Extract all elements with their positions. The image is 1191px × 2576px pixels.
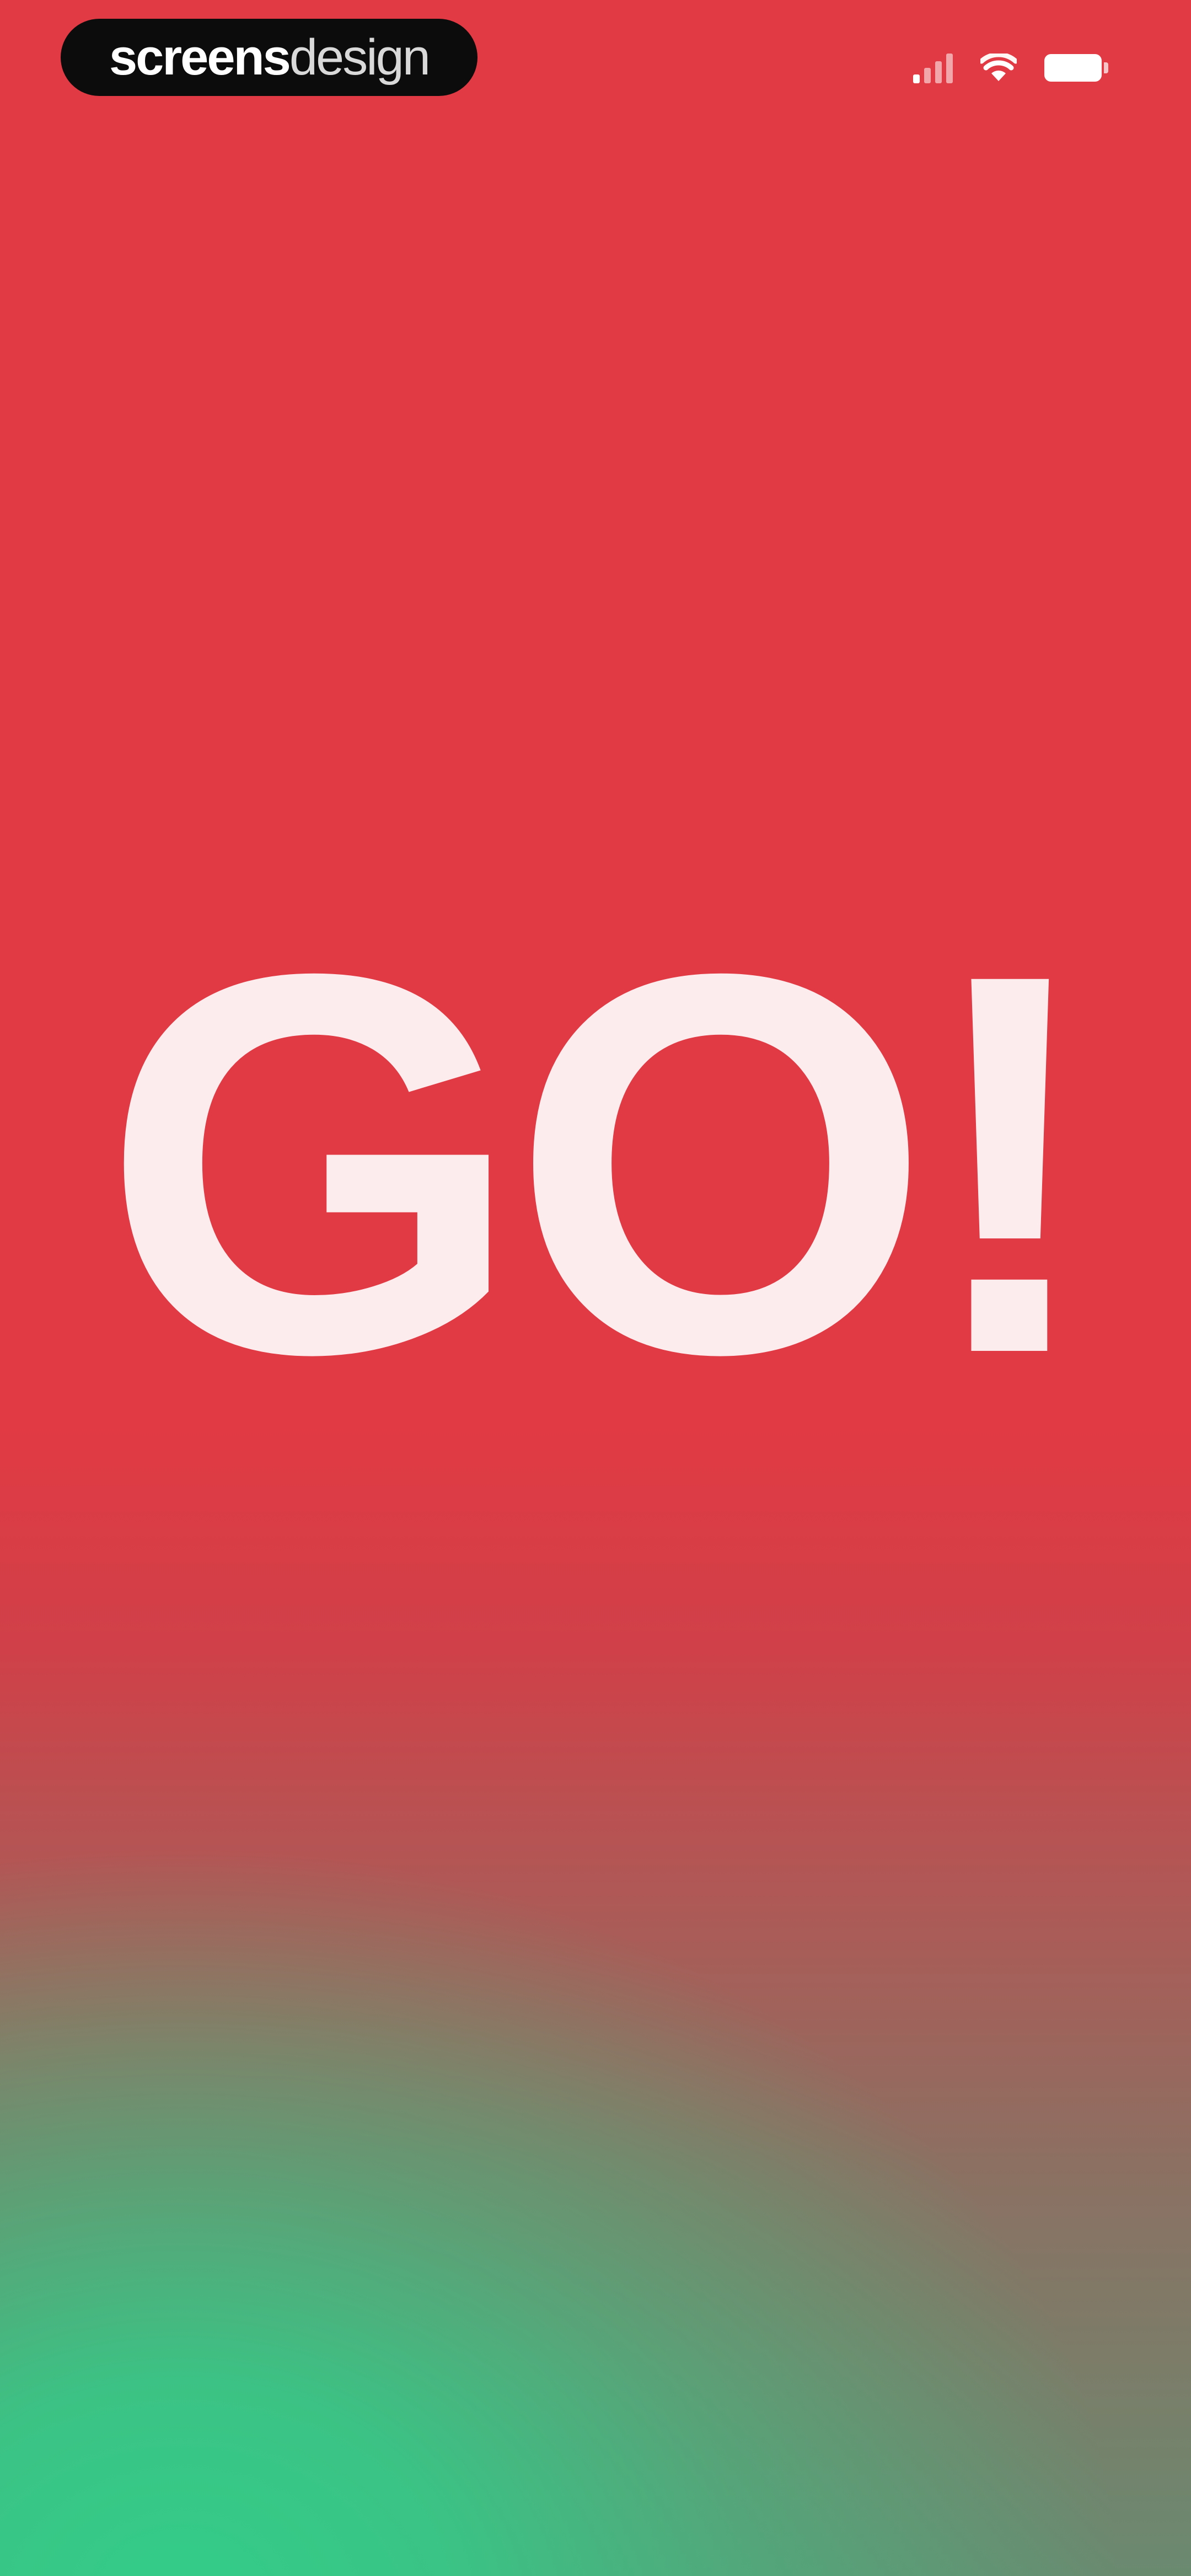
- brand-wordmark-light: design: [289, 29, 431, 85]
- brand-wordmark: screensdesign: [109, 29, 431, 85]
- go-screen: screensdesign GO!: [0, 0, 1191, 2576]
- wifi-icon: [980, 54, 1017, 82]
- brand-logo: screensdesign: [61, 19, 478, 96]
- go-headline: GO!: [101, 862, 1101, 1466]
- brand-wordmark-bold: screens: [109, 29, 291, 85]
- battery-icon: [1044, 54, 1108, 82]
- cellular-signal-icon: [913, 52, 953, 83]
- status-bar: [913, 49, 1108, 87]
